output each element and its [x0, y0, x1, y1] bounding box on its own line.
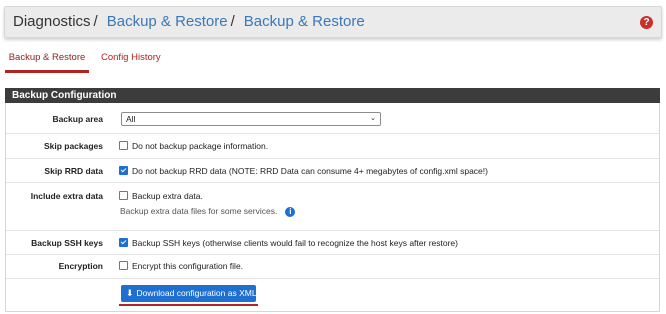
skip-rrd-label: Skip RRD data: [44, 166, 103, 176]
row-backup-area: Backup area All ⌄: [6, 103, 659, 134]
ssh-keys-field: Backup SSH keys (otherwise clients would…: [119, 238, 458, 248]
breadcrumb-diagnostics: Diagnostics: [13, 13, 91, 30]
backup-configuration-panel: Backup area All ⌄ Skip packages Do not b…: [5, 103, 660, 312]
backup-area-select[interactable]: All ⌄: [121, 112, 381, 126]
extra-data-help-text: Backup extra data files for some service…: [120, 206, 278, 216]
row-extra-data: Include extra data Backup extra data. Ba…: [6, 182, 659, 231]
encryption-text: Encrypt this configuration file.: [132, 261, 244, 271]
extra-data-checkbox[interactable]: [119, 191, 128, 200]
download-config-button[interactable]: ⬇ Download configuration as XML: [121, 285, 257, 302]
skip-packages-label: Skip packages: [43, 141, 103, 151]
extra-data-text: Backup extra data.: [132, 191, 203, 201]
breadcrumb-separator: /: [230, 13, 235, 30]
skip-rrd-field: Do not backup RRD data (NOTE: RRD Data c…: [119, 166, 488, 176]
skip-packages-checkbox[interactable]: [119, 141, 128, 150]
row-ssh-keys: Backup SSH keys Backup SSH keys (otherwi…: [6, 230, 659, 255]
download-icon: ⬇: [126, 288, 134, 298]
backup-area-value: All: [126, 114, 136, 124]
breadcrumb-backup-restore-link[interactable]: Backup & Restore: [107, 13, 228, 30]
encryption-label: Encryption: [58, 261, 103, 271]
button-focus-underline: [119, 304, 258, 306]
row-skip-packages: Skip packages Do not backup package info…: [6, 133, 659, 159]
extra-data-label: Include extra data: [30, 191, 103, 201]
skip-packages-text: Do not backup package information.: [132, 141, 269, 151]
skip-rrd-text: Do not backup RRD data (NOTE: RRD Data c…: [132, 166, 488, 176]
tab-config-history[interactable]: Config History: [101, 52, 161, 63]
breadcrumb: Diagnostics / Backup & Restore / Backup & Re…: [13, 13, 365, 30]
info-icon[interactable]: i: [285, 207, 296, 217]
row-encryption: Encryption Encrypt this configuration fi…: [6, 254, 659, 279]
skip-packages-field: Do not backup package information.: [119, 141, 268, 151]
download-button-label: Download configuration as XML: [136, 288, 257, 298]
ssh-keys-text: Backup SSH keys (otherwise clients would…: [132, 238, 458, 248]
chevron-down-icon: ⌄: [370, 115, 376, 122]
ssh-keys-label: Backup SSH keys: [31, 238, 103, 248]
question-circle-icon[interactable]: ?: [640, 16, 653, 29]
extra-data-help: Backup extra data files for some service…: [120, 206, 296, 217]
ssh-keys-checkbox[interactable]: [119, 238, 128, 247]
panel-title: Backup Configuration: [12, 90, 117, 101]
extra-data-field: Backup extra data.: [119, 191, 203, 201]
backup-area-label: Backup area: [52, 114, 103, 124]
skip-rrd-checkbox[interactable]: [119, 166, 128, 175]
breadcrumb-separator: /: [93, 13, 98, 30]
encryption-checkbox[interactable]: [119, 261, 128, 270]
encryption-field: Encrypt this configuration file.: [119, 261, 243, 271]
tab-backup-restore[interactable]: Backup & Restore: [5, 52, 89, 73]
row-skip-rrd: Skip RRD data Do not backup RRD data (NO…: [6, 158, 659, 183]
breadcrumb-bar: Diagnostics / Backup & Restore / Backup & Re…: [4, 6, 662, 38]
panel-header: Backup Configuration: [5, 88, 660, 103]
breadcrumb-backup-restore-current[interactable]: Backup & Restore: [244, 13, 365, 30]
